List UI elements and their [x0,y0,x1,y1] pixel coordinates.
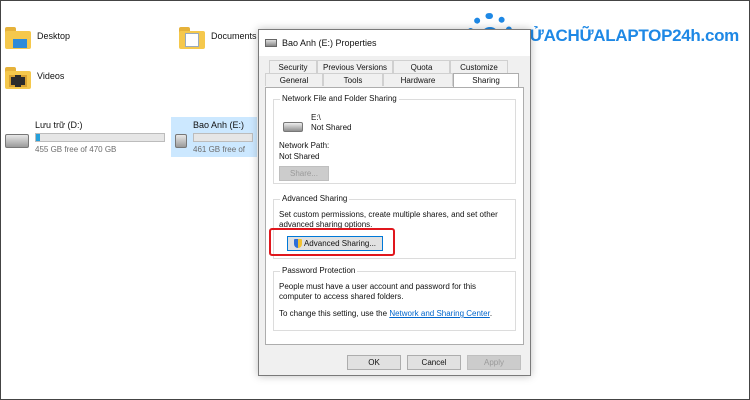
drive-title-icon [265,39,277,47]
tab-security[interactable]: Security [269,60,317,73]
dialog-titlebar[interactable]: Bao Anh (E:) Properties [259,30,530,56]
drive-name: Lưu trữ (D:) [35,120,83,130]
folder-label: Documents [211,31,257,41]
share-path: E:\ [311,113,321,122]
drive-icon [283,122,303,132]
drive-usage-bar [35,133,165,142]
tab-tools[interactable]: Tools [323,73,383,86]
tab-sharing[interactable]: Sharing [453,73,519,87]
folder-videos[interactable]: Videos [5,67,64,89]
apply-button[interactable]: Apply [467,355,521,370]
tab-hardware[interactable]: Hardware [383,73,453,86]
desktop-folder-icon [5,27,31,49]
sharing-panel: Network File and Folder Sharing E:\ Not … [265,87,524,345]
change-setting-period: . [489,309,493,318]
drive-e[interactable]: Bao Anh (E:) 461 GB free of [171,117,257,157]
advanced-sharing-description: Set custom permissions, create multiple … [279,210,498,229]
folder-documents[interactable]: Documents [179,27,257,49]
drive-free-space: 455 GB free of 470 GB [35,145,117,154]
dialog-title: Bao Anh (E:) Properties [282,38,377,48]
drive-d[interactable]: Lưu trữ (D:) 455 GB free of 470 GB [1,117,169,157]
properties-dialog: Bao Anh (E:) Properties Security Previou… [258,29,531,376]
ok-button[interactable]: OK [347,355,401,370]
hard-drive-icon [175,134,187,148]
change-setting-text: To change this setting, use the Network … [279,309,515,319]
network-path-label: Network Path: [279,141,330,150]
network-path-value: Not Shared [279,152,320,161]
logo-text: SỬACHỮALAPTOP24h.com [518,26,740,45]
drive-usage-bar [193,133,253,142]
group-title: Advanced Sharing [280,194,350,203]
group-title: Password Protection [280,266,358,275]
folder-label: Videos [37,71,65,81]
folder-desktop[interactable]: Desktop [5,27,70,49]
password-protection-group: Password Protection People must have a u… [273,266,516,331]
hard-drive-icon [5,134,29,148]
drive-usage-fill [36,134,40,141]
tab-general[interactable]: General [265,73,323,86]
password-description: People must have a user account and pass… [279,282,476,301]
tab-previous-versions[interactable]: Previous Versions [317,60,393,73]
videos-folder-icon [5,67,31,89]
network-sharing-group: Network File and Folder Sharing E:\ Not … [273,94,516,184]
drive-name: Bao Anh (E:) [193,120,245,130]
change-setting-prefix: To change this setting, use the [279,309,388,318]
share-button[interactable]: Share... [279,166,329,181]
tab-strip: Security Previous Versions Quota Customi… [265,60,524,87]
folder-label: Desktop [37,31,71,41]
tab-quota[interactable]: Quota [393,60,450,73]
drive-free-space: 461 GB free of [193,145,246,154]
share-status: Not Shared [311,123,352,132]
cancel-button[interactable]: Cancel [407,355,461,370]
group-title: Network File and Folder Sharing [280,94,399,103]
tab-customize[interactable]: Customize [450,60,508,73]
documents-folder-icon [179,27,205,49]
annotation-highlight-box [269,228,395,256]
network-sharing-center-link[interactable]: Network and Sharing Center [389,309,490,318]
